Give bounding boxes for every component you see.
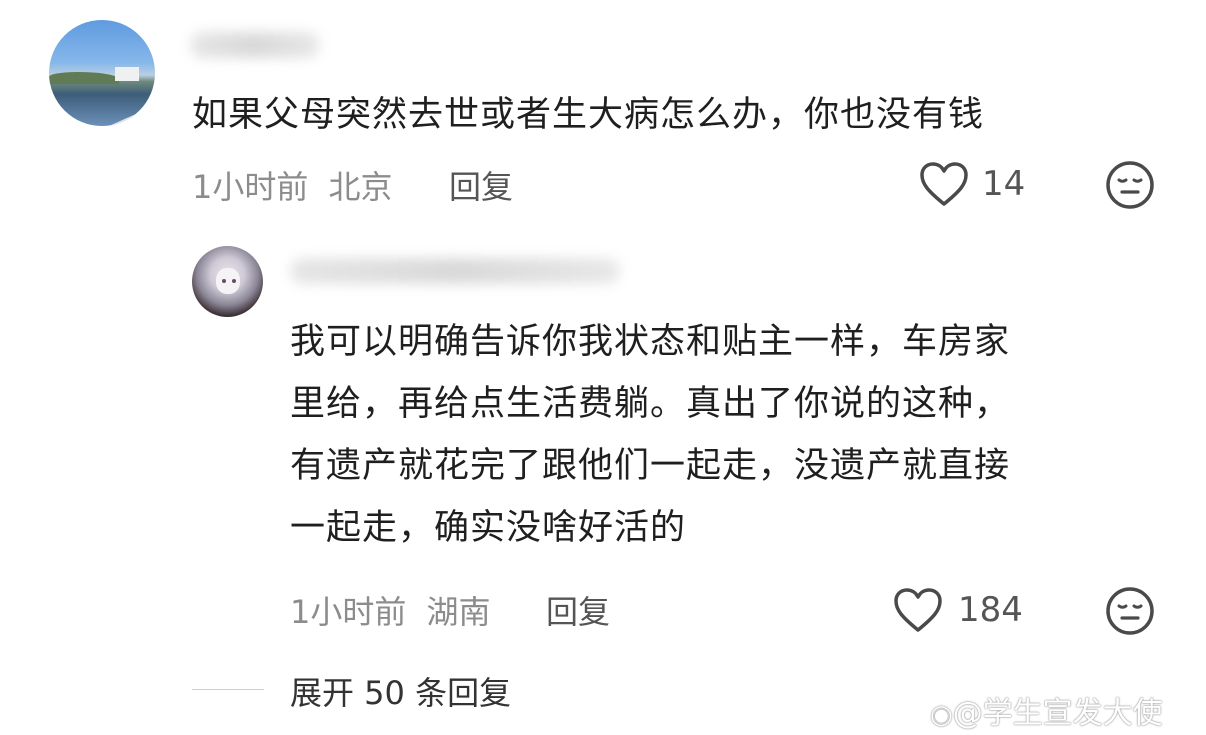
avatar[interactable] <box>192 246 263 317</box>
heart-outline-icon <box>894 588 942 632</box>
comment-meta: 1小时前 北京 <box>192 162 393 208</box>
weibo-logo-icon: ◉ <box>930 700 953 730</box>
like-count: 184 <box>958 590 1023 630</box>
avatar[interactable] <box>49 20 155 126</box>
like-count: 14 <box>982 164 1026 204</box>
comment-time: 1小时前 <box>192 168 309 206</box>
reply-comment-text: 我可以明确告诉你我状态和贴主一样，车房家 里给，再给点生活费躺。真出了你说的这种… <box>290 322 1011 548</box>
dislike-button[interactable] <box>1105 160 1155 214</box>
reply-button[interactable]: 回复 <box>449 162 513 208</box>
username-blurred[interactable] <box>190 32 320 58</box>
comment-meta: 1小时前 湖南 <box>290 587 491 633</box>
meh-face-icon <box>1106 587 1154 635</box>
expand-replies-button[interactable]: 展开 50 条回复 <box>290 668 511 714</box>
meh-face-icon <box>1106 161 1154 209</box>
watermark: ◉@学生宣发大使 <box>930 688 1163 732</box>
like-button[interactable] <box>918 160 970 212</box>
watermark-text: @学生宣发大使 <box>952 696 1163 731</box>
comment-location: 湖南 <box>426 593 491 631</box>
comment-time: 1小时前 <box>290 593 407 631</box>
dislike-button[interactable] <box>1105 586 1155 640</box>
like-button[interactable] <box>892 586 944 638</box>
comment-location: 北京 <box>328 168 393 206</box>
reply-button[interactable]: 回复 <box>546 587 610 633</box>
username-blurred[interactable] <box>290 258 620 284</box>
divider <box>192 689 264 690</box>
heart-outline-icon <box>920 162 968 206</box>
comment-text: 如果父母突然去世或者生大病怎么办，你也没有钱 <box>192 95 985 135</box>
